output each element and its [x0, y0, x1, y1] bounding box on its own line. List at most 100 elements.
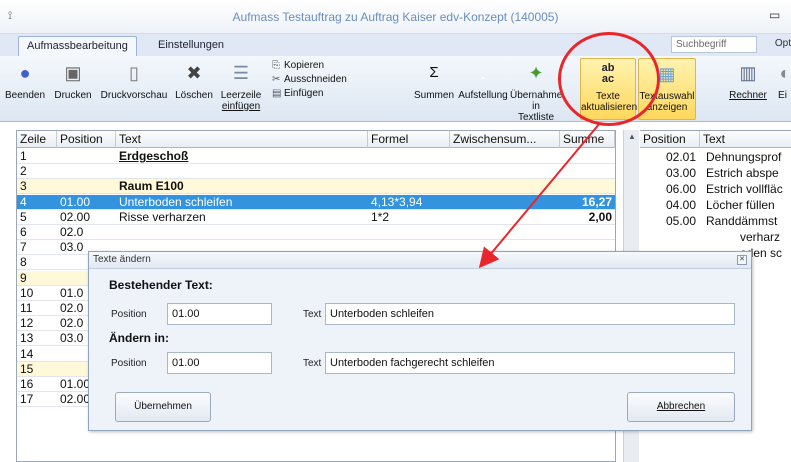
cell-zeile[interactable]: 3	[17, 179, 57, 194]
cell-zeile[interactable]: 16	[17, 377, 57, 392]
cell-summe[interactable]	[560, 164, 615, 179]
summen-button[interactable]: Σ Summen	[410, 58, 458, 120]
table-row[interactable]: 4 01.00 Unterboden schleifen 4,13*3,94 16,27	[17, 194, 615, 210]
aufstellung-button[interactable]: . Aufstellung	[456, 58, 510, 120]
options-tab-label[interactable]: Opt	[775, 38, 791, 49]
cell-zw[interactable]	[450, 195, 560, 210]
cell-zeile[interactable]: 1	[17, 149, 57, 164]
beenden-button[interactable]: ● Beenden	[4, 58, 46, 120]
table-row[interactable]: 1 Erdgeschoß	[17, 149, 615, 164]
cell-text[interactable]: Risse verharzen	[116, 210, 368, 225]
list-item[interactable]: 02.01 Dehnungsprof	[640, 149, 791, 165]
cell-summe[interactable]	[560, 149, 615, 164]
table-row[interactable]: 3 Raum E100	[17, 179, 615, 195]
cell-summe[interactable]	[560, 179, 615, 194]
new-text-label: Text	[303, 358, 322, 369]
list-item[interactable]: 05.00 Randdämmst	[640, 213, 791, 229]
ausschneiden-button[interactable]: ✂ Ausschneiden	[272, 73, 347, 86]
uebernahme-textliste-button[interactable]: ✦ Übernahme in Textliste	[510, 58, 562, 123]
window-title: Aufmass Testauftrag zu Auftrag Kaiser ed…	[232, 10, 559, 24]
cell-text[interactable]: Raum E100	[116, 179, 368, 194]
kopieren-button[interactable]: ⎘ Kopieren	[272, 59, 324, 72]
cell-pos[interactable]	[57, 149, 116, 164]
header-text[interactable]: Text	[116, 131, 368, 148]
cell-text[interactable]: Unterboden schleifen	[116, 195, 368, 210]
cell-zw[interactable]	[450, 225, 560, 240]
cell-zeile[interactable]: 4	[17, 195, 57, 210]
cell-zeile[interactable]: 9	[17, 271, 57, 286]
list-item[interactable]: 03.00 Estrich abspe	[640, 165, 791, 181]
cell-formel[interactable]	[368, 225, 450, 240]
loeschen-button[interactable]: ✖ Löschen	[172, 58, 216, 120]
table-row[interactable]: 2	[17, 164, 615, 180]
table-row[interactable]: 6 02.0	[17, 225, 615, 240]
cell-pos[interactable]: 02.00	[57, 210, 116, 225]
header-zwischensumme[interactable]: Zwischensum...	[450, 131, 560, 148]
cell-zeile[interactable]: 2	[17, 164, 57, 179]
list-item[interactable]: verharz	[640, 229, 791, 245]
cell-formel[interactable]: 1*2	[368, 210, 450, 225]
einfuegen-button[interactable]: ▤ Einfügen	[272, 87, 323, 100]
header-formel[interactable]: Formel	[368, 131, 450, 148]
existing-text-field[interactable]: Unterboden schleifen	[325, 303, 735, 325]
tab-einstellungen[interactable]: Einstellungen	[150, 36, 232, 56]
cell-zeile[interactable]: 12	[17, 316, 57, 331]
scroll-up-icon[interactable]: ▲	[628, 132, 636, 141]
copy-icon: ⎘	[272, 60, 280, 71]
cell-text[interactable]	[116, 164, 368, 179]
header-summe[interactable]: Summe	[560, 131, 615, 148]
list-item[interactable]: 06.00 Estrich vollfläc	[640, 181, 791, 197]
cell-zeile[interactable]: 17	[17, 392, 57, 407]
list-item[interactable]: 04.00 Löcher füllen	[640, 197, 791, 213]
header-position[interactable]: Position	[57, 131, 116, 148]
list-item-position: 04.00	[666, 198, 697, 212]
cell-summe[interactable]	[560, 225, 615, 240]
cell-summe[interactable]: 16,27	[560, 195, 615, 210]
cell-pos[interactable]: 02.0	[57, 225, 116, 240]
leerzeile-einfuegen-button[interactable]: ☰ Leerzeile einfügen	[218, 58, 264, 120]
cell-zw[interactable]	[450, 149, 560, 164]
tab-aufmassbearbeitung[interactable]: Aufmassbearbeitung	[18, 36, 137, 56]
cell-zeile[interactable]: 6	[17, 225, 57, 240]
cell-zw[interactable]	[450, 210, 560, 225]
cell-zw[interactable]	[450, 179, 560, 194]
cell-zeile[interactable]: 11	[17, 301, 57, 316]
rechner-label: Rechner	[729, 90, 767, 101]
cell-formel[interactable]	[368, 149, 450, 164]
uebernehmen-button[interactable]: Übernehmen	[115, 392, 211, 422]
existing-position-field[interactable]: 01.00	[167, 303, 272, 325]
cell-formel[interactable]	[368, 164, 450, 179]
cell-formel[interactable]: 4,13*3,94	[368, 195, 450, 210]
existing-position-label: Position	[111, 309, 147, 320]
cell-zeile[interactable]: 14	[17, 347, 57, 362]
header-zeile[interactable]: Zeile	[17, 131, 57, 148]
drucken-button[interactable]: ▣ Drucken	[50, 58, 96, 120]
cell-zeile[interactable]: 5	[17, 210, 57, 225]
text-list-header-text[interactable]: Text	[700, 131, 791, 148]
cell-zeile[interactable]: 10	[17, 286, 57, 301]
cell-formel[interactable]	[368, 179, 450, 194]
cell-zw[interactable]	[450, 164, 560, 179]
cell-text[interactable]	[116, 225, 368, 240]
cell-zeile[interactable]: 8	[17, 255, 57, 270]
text-list-header-position[interactable]: Position	[640, 131, 700, 148]
new-text-field[interactable]: Unterboden fachgerecht schleifen	[325, 352, 735, 374]
more-ribbon-button[interactable]: ◐ Ei	[774, 58, 791, 120]
new-position-field[interactable]: 01.00	[167, 352, 272, 374]
abbrechen-button[interactable]: Abbrechen	[627, 392, 735, 422]
cell-pos[interactable]	[57, 164, 116, 179]
druckvorschau-button[interactable]: ▯ Druckvorschau	[98, 58, 170, 120]
cell-text[interactable]: Erdgeschoß	[116, 149, 368, 164]
search-input[interactable]: Suchbegriff	[671, 36, 757, 53]
cell-summe[interactable]: 2,00	[560, 210, 615, 225]
table-row[interactable]: 5 02.00 Risse verharzen 1*2 2,00	[17, 210, 615, 225]
dialog-close-button[interactable]: ✕	[737, 255, 747, 265]
minimize-button[interactable]: ▭	[769, 8, 780, 22]
exit-icon: ●	[19, 63, 31, 83]
cell-pos[interactable]	[57, 179, 116, 194]
cell-zeile[interactable]: 7	[17, 240, 57, 255]
rechner-button[interactable]: ▥ Rechner	[726, 58, 770, 120]
cell-zeile[interactable]: 15	[17, 362, 57, 377]
cell-zeile[interactable]: 13	[17, 331, 57, 346]
cell-pos[interactable]: 01.00	[57, 195, 116, 210]
